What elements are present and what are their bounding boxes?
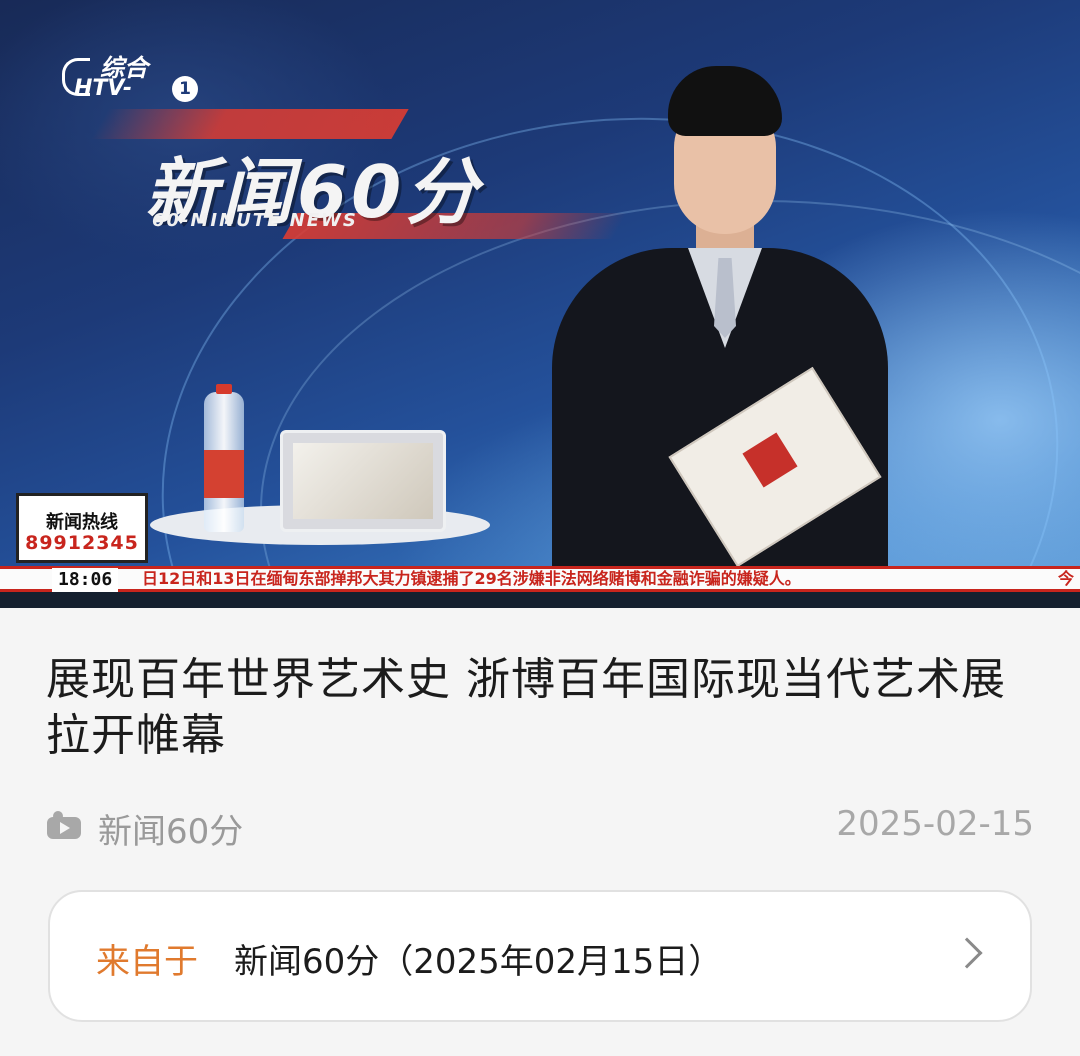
article-headline: 展现百年世界艺术史 浙博百年国际现当代艺术展拉开帷幕 [46, 654, 1006, 761]
program-subtitle: 60-MINUTE NEWS [152, 210, 358, 231]
hotline-label: 新闻热线 [46, 512, 118, 533]
bottle-label [204, 450, 244, 498]
video-bottom-bar [0, 592, 1080, 608]
video-frame[interactable]: 综合 HTV- 1 新闻60分 60-MINUTE NEWS 新闻热线 8991… [0, 0, 1080, 608]
from-source-value: 新闻60分（2025年02月15日） [234, 942, 723, 982]
source-name[interactable]: 新闻60分 [98, 804, 243, 853]
article-meta: 新闻60分 2025-02-15 [46, 800, 1034, 852]
desk-display [280, 430, 446, 532]
ticker-time: 18:06 [52, 568, 119, 594]
hotline-box: 新闻热线 89912345 [16, 493, 148, 563]
program-logo: 新闻60分 60-MINUTE NEWS [91, 95, 628, 265]
from-prefix: 来自于 [96, 942, 198, 982]
anchor-hair [668, 66, 782, 136]
from-source-card[interactable]: 来自于 新闻60分（2025年02月15日） [48, 890, 1032, 1022]
desk-display-screen [293, 443, 433, 519]
water-bottle [204, 384, 244, 532]
ticker-next: 今 [1057, 569, 1074, 588]
ticker-text: 日12日和13日在缅甸东部掸邦大其力镇逮捕了29名涉嫌非法网络赌博和金融诈骗的嫌… [142, 569, 801, 588]
chevron-right-icon [951, 937, 983, 969]
news-anchor [550, 62, 890, 582]
publish-date: 2025-02-15 [836, 804, 1034, 844]
news-ticker: 18:06 日12日和13日在缅甸东部掸邦大其力镇逮捕了29名涉嫌非法网络赌博和… [0, 566, 1080, 594]
video-camera-icon [47, 811, 81, 839]
hotline-number: 89912345 [25, 532, 139, 554]
bottle-cap [216, 384, 232, 394]
